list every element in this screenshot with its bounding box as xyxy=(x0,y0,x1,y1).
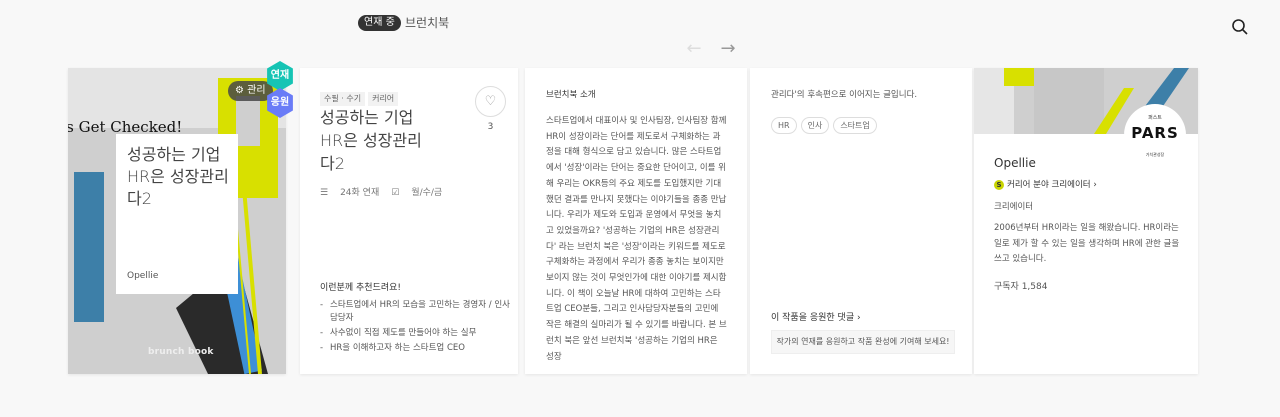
cheer-comments-link[interactable]: 이 작품을 응원한 댓글 › xyxy=(771,310,861,323)
episode-count: 24화 연재 xyxy=(340,188,380,198)
author-avatar[interactable]: 퍼스트 PARS 가치관성장 xyxy=(1124,104,1186,166)
like-count: 3 xyxy=(487,122,494,132)
author-bio: 2006년부터 HR이라는 일을 해왔습니다. HR이라는 일로 제가 할 수 … xyxy=(994,223,1180,264)
list-item: 스타트업에서 HR의 모습을 고민하는 경영자 / 인사담당자 xyxy=(320,299,510,325)
manage-button[interactable]: ⚙ 관리 xyxy=(228,81,273,101)
cheer-prompt-box[interactable]: 작가의 연재를 응원하고 작품 완성에 기여해 보세요! xyxy=(771,330,955,354)
intro-body: 스타트업에서 대표이사 및 인사팀장, 인사팀장 함께 HR이 성장이라는 단어… xyxy=(546,116,727,362)
intro-heading: 브런치북 소개 xyxy=(546,90,596,100)
category-tag[interactable]: 수필 · 수기 xyxy=(320,92,366,106)
recommend-heading: 이런분께 추천드려요! xyxy=(320,283,401,293)
creator-link[interactable]: S 커리어 분야 크리에이터 › xyxy=(994,178,1097,190)
keyword-list: HR 인사 스타트업 xyxy=(771,113,881,134)
creator-badge-icon: S xyxy=(994,180,1004,190)
cover-title: 성공하는 기업HR은 성장관리다2 xyxy=(127,145,229,208)
list-item: HR을 이해하고자 하는 스타트업 CEO xyxy=(320,342,510,355)
creator-label: 커리어 분야 크리에이터 xyxy=(1007,180,1091,190)
chevron-right-icon: › xyxy=(1093,180,1097,190)
intro-continued: 관리다'의 후속편으로 이어지는 글입니다. xyxy=(771,90,918,100)
book-info-panel: 수필 · 수기 커리어 ♡ 3 성공하는 기업HR은 성장관리다2 ☰ 24화 연재… xyxy=(300,68,518,374)
author-role: 크리에이터 xyxy=(994,202,1034,212)
book-intro-panel: 브런치북 소개 스타트업에서 대표이사 및 인사팀장, 인사팀장 함께 HR이 … xyxy=(525,68,747,374)
avatar-small-text: 퍼스트 xyxy=(1148,115,1162,121)
like-button[interactable]: ♡ xyxy=(475,86,506,117)
avatar-logo-text: PARS xyxy=(1131,124,1179,142)
top-bar: 연재 중 브런치북 xyxy=(0,0,1280,46)
cover-title-card: 성공하는 기업HR은 성장관리다2 Opellie xyxy=(116,134,238,294)
category-tag[interactable]: 커리어 xyxy=(368,92,399,106)
book-keywords-panel: 관리다'의 후속편으로 이어지는 글입니다. HR 인사 스타트업 이 작품을 응원… xyxy=(750,68,972,374)
calendar-icon: ☑ xyxy=(391,188,400,198)
next-arrow-icon[interactable]: → xyxy=(718,40,738,58)
heart-icon: ♡ xyxy=(484,94,497,109)
chevron-right-icon: › xyxy=(856,313,861,323)
brunch-book-logo: brunch book xyxy=(148,347,214,357)
book-cover-panel[interactable]: t's Get Checked! ⚙ 관리 성공하는 기업HR은 성장관리다2 … xyxy=(68,68,286,374)
subscriber-count: 구독자 1,584 xyxy=(994,282,1048,292)
category-tags: 수필 · 수기 커리어 xyxy=(320,86,401,106)
search-icon[interactable] xyxy=(1231,18,1249,36)
list-item: 사수없이 직접 제도를 만들어야 하는 실무 xyxy=(320,327,510,340)
avatar-sub-text: 가치관성장 xyxy=(1145,152,1165,157)
recommend-list: 스타트업에서 HR의 모습을 고민하는 경영자 / 인사담당자 사수없이 직접 … xyxy=(320,299,510,357)
author-name[interactable]: Opellie xyxy=(994,156,1036,170)
keyword-tag[interactable]: 인사 xyxy=(800,117,830,134)
cheer-link-label: 이 작품을 응원한 댓글 xyxy=(771,313,855,323)
header-title: 브런치북 xyxy=(405,16,450,30)
book-meta: ☰ 24화 연재 ☑ 월/수/금 xyxy=(320,185,454,198)
pager-arrows: ← → xyxy=(684,40,740,58)
serial-badge: 연재 중 xyxy=(358,15,401,31)
keyword-tag[interactable]: 스타트업 xyxy=(833,117,877,134)
episodes-icon: ☰ xyxy=(320,188,329,198)
keyword-tag[interactable]: HR xyxy=(771,117,797,134)
author-panel: 퍼스트 PARS 가치관성장 Opellie S 커리어 분야 크리에이터 › 크… xyxy=(974,68,1198,374)
book-title: 성공하는 기업HR은 성장관리다2 xyxy=(320,108,422,173)
manage-label: 관리 xyxy=(247,85,266,96)
schedule: 월/수/금 xyxy=(411,188,443,198)
cover-author: Opellie xyxy=(127,271,159,281)
prev-arrow-icon[interactable]: ← xyxy=(684,40,704,58)
